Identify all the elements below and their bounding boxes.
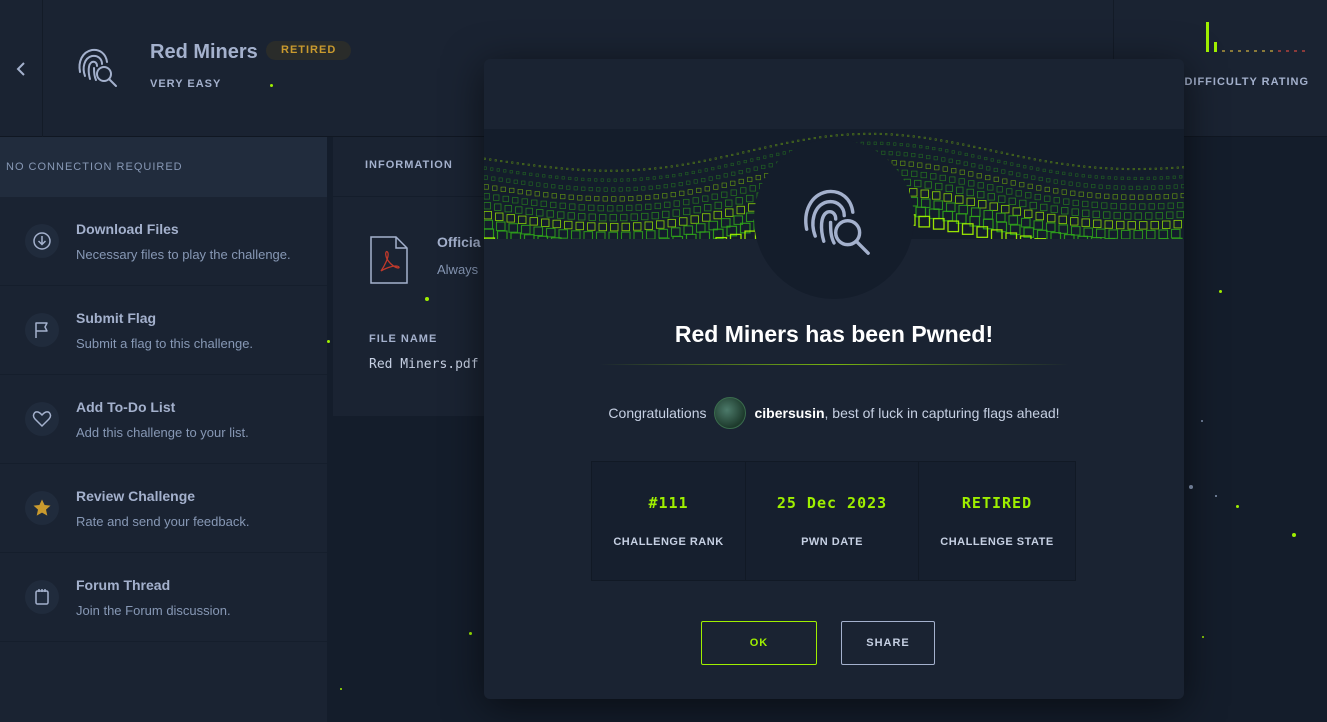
sidebar-item-title: Add To-Do List	[76, 399, 176, 415]
file-name[interactable]: Red Miners.pdf	[369, 357, 479, 372]
forum-icon	[25, 580, 59, 614]
decorative-dot	[425, 297, 429, 301]
sidebar-item-title: Review Challenge	[76, 488, 196, 504]
pdf-file-icon	[370, 236, 408, 284]
stat-value: 25 Dec 2023	[776, 494, 888, 512]
username[interactable]: cibersusin	[754, 405, 824, 421]
decorative-dot	[327, 340, 330, 343]
sidebar-item-forum-thread[interactable]: Forum Thread Join the Forum discussion.	[0, 553, 327, 642]
retired-badge: RETIRED	[266, 41, 352, 60]
pwned-modal: Red Miners has been Pwned! Congratulatio…	[484, 59, 1184, 699]
decorative-dot	[1201, 420, 1203, 422]
ok-button[interactable]: OK	[701, 621, 817, 665]
download-icon	[25, 224, 59, 258]
star-icon	[25, 491, 59, 525]
stat-label: PWN DATE	[801, 536, 863, 548]
back-button[interactable]	[0, 0, 43, 137]
forensics-fingerprint-icon	[78, 48, 117, 87]
difficulty-text: VERY EASY	[150, 78, 222, 90]
stat-label: CHALLENGE RANK	[613, 536, 724, 548]
stat-challenge-state: RETIRED CHALLENGE STATE	[919, 462, 1075, 580]
sidebar-item-title: Submit Flag	[76, 310, 157, 326]
official-writeup-title: Officia	[437, 234, 481, 250]
sidebar-item-subtitle: Join the Forum discussion.	[76, 603, 231, 618]
decorative-dot	[469, 632, 472, 635]
difficulty-rating-label: DIFFICULTY RATING	[1184, 76, 1309, 88]
sidebar-item-download-files[interactable]: Download Files Necessary files to play t…	[0, 197, 327, 286]
stat-pwn-date: 25 Dec 2023 PWN DATE	[746, 462, 919, 580]
share-button[interactable]: SHARE	[841, 621, 935, 665]
sidebar-item-subtitle: Submit a flag to this challenge.	[76, 336, 254, 351]
stat-value: RETIRED	[961, 494, 1033, 512]
heart-icon	[25, 402, 59, 436]
congrats-prefix: Congratulations	[608, 405, 707, 421]
sidebar-item-submit-flag[interactable]: Submit Flag Submit a flag to this challe…	[0, 286, 327, 375]
decorative-dot	[1189, 485, 1193, 489]
decorative-dot	[1219, 290, 1222, 293]
official-writeup-subtitle: Always	[437, 262, 479, 277]
stats-table: #111 CHALLENGE RANK 25 Dec 2023 PWN DATE…	[591, 461, 1076, 581]
tab-information[interactable]: INFORMATION	[365, 159, 453, 171]
decorative-dot	[270, 84, 273, 87]
decorative-dot	[340, 688, 342, 690]
challenge-title: Red Miners	[150, 41, 258, 63]
congrats-suffix: , best of luck in capturing flags ahead!	[824, 405, 1060, 421]
connection-status: NO CONNECTION REQUIRED	[0, 137, 327, 197]
sidebar-item-title: Download Files	[76, 221, 179, 237]
stat-challenge-rank: #111 CHALLENGE RANK	[592, 462, 746, 580]
difficulty-chart	[1206, 22, 1305, 52]
sidebar: NO CONNECTION REQUIRED Download Files Ne…	[0, 137, 327, 722]
chevron-left-icon	[16, 61, 25, 76]
challenge-avatar	[754, 139, 914, 299]
stat-label: CHALLENGE STATE	[940, 536, 1054, 548]
congratulations-message: Congratulations cibersusin , best of luc…	[484, 397, 1184, 429]
flag-icon	[25, 313, 59, 347]
user-avatar[interactable]	[714, 397, 747, 429]
divider	[599, 364, 1069, 365]
decorative-dot	[1292, 533, 1296, 537]
decorative-dot	[1236, 505, 1239, 508]
sidebar-item-add-todo[interactable]: Add To-Do List Add this challenge to you…	[0, 375, 327, 464]
pwned-title: Red Miners has been Pwned!	[674, 321, 994, 347]
forensics-fingerprint-icon	[804, 189, 870, 255]
sidebar-item-subtitle: Add this challenge to your list.	[76, 425, 249, 440]
file-name-label: FILE NAME	[369, 333, 438, 345]
stat-value: #111	[648, 494, 689, 512]
sidebar-item-subtitle: Rate and send your feedback.	[76, 514, 250, 529]
sidebar-item-review-challenge[interactable]: Review Challenge Rate and send your feed…	[0, 464, 327, 553]
sidebar-item-title: Forum Thread	[76, 577, 171, 593]
sidebar-item-subtitle: Necessary files to play the challenge.	[76, 247, 291, 262]
decorative-dot	[1202, 636, 1204, 638]
decorative-dot	[1215, 495, 1217, 497]
